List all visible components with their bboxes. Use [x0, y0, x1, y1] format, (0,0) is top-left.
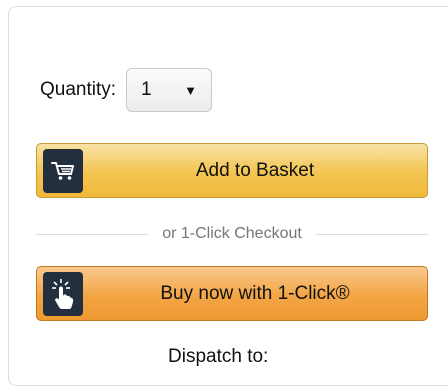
- cart-icon: [43, 149, 83, 193]
- add-to-basket-label: Add to Basket: [195, 159, 315, 181]
- quantity-label: Quantity:: [40, 79, 117, 100]
- divider-line-left: [36, 233, 149, 235]
- add-to-basket-button[interactable]: Add to Basket: [36, 143, 428, 198]
- quantity-dropdown[interactable]: 1 ▼: [126, 68, 213, 112]
- divider-text: or 1-Click Checkout: [162, 225, 302, 242]
- checkout-divider: or 1-Click Checkout: [36, 222, 429, 246]
- quantity-row: Quantity: 1 ▼: [40, 68, 213, 112]
- dispatch-to-link[interactable]: Dispatch to:: [168, 346, 268, 368]
- divider-line-right: [315, 233, 429, 235]
- tap-hand-icon: [43, 272, 83, 316]
- dropdown-arrow-icon: ▼: [184, 82, 198, 98]
- buy-now-button[interactable]: Buy now with 1-Click®: [36, 266, 428, 321]
- quantity-selected-value: 1: [141, 79, 152, 100]
- buy-now-label: Buy now with 1-Click®: [160, 282, 350, 304]
